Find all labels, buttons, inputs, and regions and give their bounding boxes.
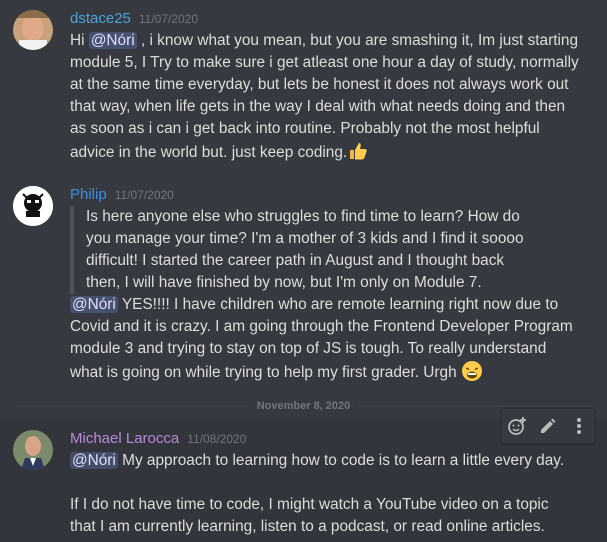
thumbs-up-emoji[interactable]: [347, 140, 369, 162]
add-reaction-icon[interactable]: [505, 414, 529, 438]
tired-face-emoji[interactable]: [461, 360, 483, 382]
author-name[interactable]: dstace25: [70, 8, 131, 30]
avatar[interactable]: [13, 10, 53, 50]
message-text: Hi @Nóri , i know what you mean, but you…: [70, 32, 579, 162]
timestamp: 11/08/2020: [187, 432, 247, 446]
avatar[interactable]: [13, 430, 53, 470]
message-text: @Nóri My approach to learning how to cod…: [70, 452, 565, 535]
edit-icon[interactable]: [536, 414, 560, 438]
message-philip: Philip 11/07/2020 Is here anyone else wh…: [0, 184, 607, 384]
avatar[interactable]: [13, 186, 53, 226]
message-actions-toolbar: [501, 408, 595, 444]
message-dstace25: dstace25 11/07/2020 Hi @Nóri , i know wh…: [0, 8, 607, 168]
blockquote: Is here anyone else who struggles to fin…: [70, 206, 599, 294]
user-mention[interactable]: @Nóri: [70, 452, 118, 469]
user-mention[interactable]: @Nóri: [88, 32, 137, 49]
user-mention[interactable]: @Nóri: [70, 296, 118, 313]
author-name[interactable]: Michael Larocca: [70, 428, 179, 450]
message-text: Is here anyone else who struggles to fin…: [70, 206, 599, 384]
timestamp: 11/07/2020: [138, 12, 199, 26]
date-divider-label: November 8, 2020: [248, 398, 359, 414]
more-options-icon[interactable]: [567, 414, 591, 438]
author-name[interactable]: Philip: [70, 184, 107, 206]
timestamp: 11/07/2020: [114, 188, 174, 202]
